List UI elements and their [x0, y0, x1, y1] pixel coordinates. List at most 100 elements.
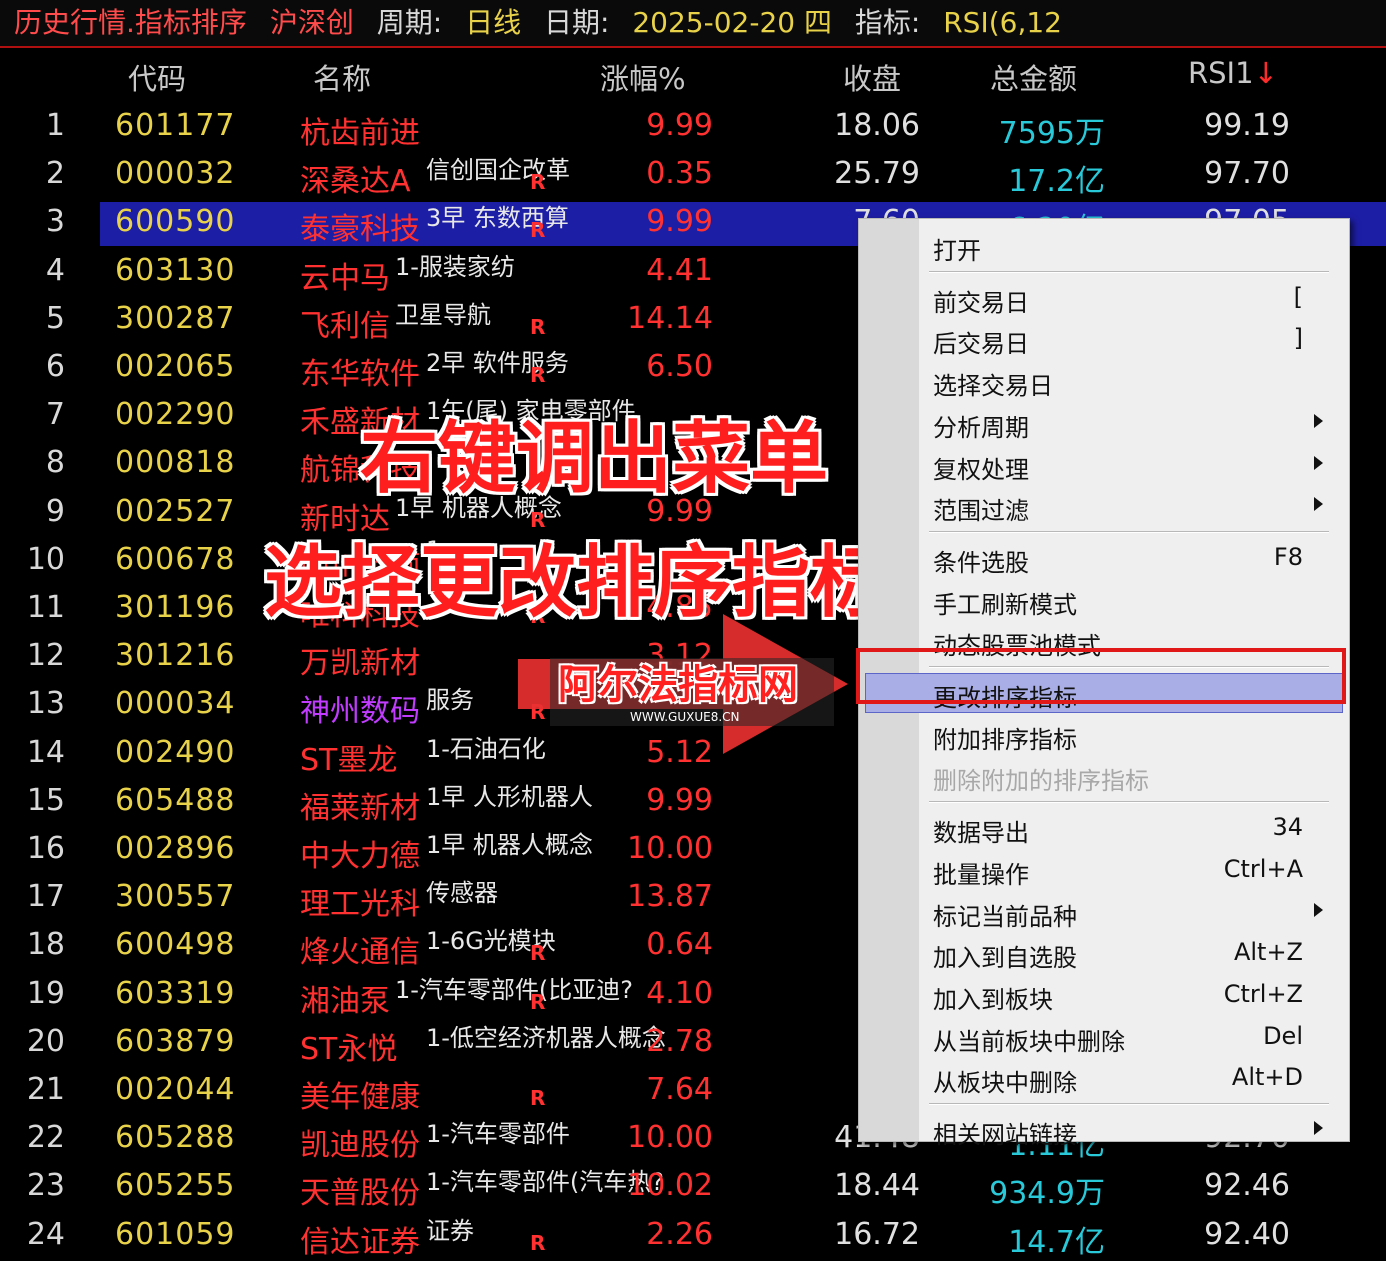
- menu-item-shortcut: [: [1293, 282, 1303, 311]
- menu-item-shortcut: Del: [1263, 1021, 1303, 1050]
- menu-item-shortcut: Ctrl+A: [1223, 854, 1303, 883]
- stock-code: 000032: [115, 156, 236, 192]
- rsi-header-label: RSI1: [1188, 56, 1254, 90]
- change-percent: 2.26: [646, 1216, 713, 1252]
- menu-item[interactable]: 条件选股 F8: [859, 537, 1349, 577]
- market-text: 沪深创: [269, 6, 354, 39]
- table-row[interactable]: 2 000032 深桑达A 信创国企改革 R 0.35 25.79 17.2亿 97.70: [0, 152, 1386, 200]
- column-header-rsi[interactable]: RSI1↓: [1188, 56, 1278, 90]
- stock-tag: 卫星导航: [395, 300, 491, 329]
- menu-item[interactable]: 数据导出 34: [859, 807, 1349, 847]
- stock-name: 飞利信: [300, 301, 390, 345]
- menu-item-label: 从板块中删除: [933, 1069, 1077, 1098]
- stock-name-text: 泰豪科技: [300, 212, 420, 248]
- menu-item-label: 手工刷新模式: [933, 590, 1077, 619]
- stock-code: 605488: [115, 782, 236, 818]
- total-amount: 14.7亿: [1008, 1224, 1105, 1260]
- menu-item-label: 后交易日: [933, 330, 1029, 359]
- stock-name: 凯迪股份: [300, 1120, 420, 1164]
- change-percent: 14.14: [627, 300, 713, 336]
- watermark-url: WWW.GUXUE8.CN: [630, 710, 740, 724]
- row-index: 23: [26, 1168, 65, 1204]
- menu-item-shortcut: 34: [1272, 813, 1303, 842]
- rsi-value: 99.19: [1204, 108, 1290, 143]
- rzrq-badge: R: [530, 941, 546, 966]
- menu-item-shortcut: Ctrl+Z: [1223, 979, 1303, 1008]
- menu-item[interactable]: 批量操作 Ctrl+A: [859, 849, 1349, 889]
- menu-item: 删除附加的排序指标: [859, 755, 1349, 795]
- date-value[interactable]: 2025-02-20 四: [632, 0, 832, 46]
- menu-item-shortcut: ]: [1293, 324, 1303, 353]
- change-percent: 7.64: [646, 1072, 713, 1107]
- stock-name-text: 杭齿前进: [300, 116, 420, 151]
- row-index: 21: [26, 1072, 65, 1107]
- stock-code: 605255: [115, 1168, 236, 1204]
- table-row[interactable]: 23 605255 天普股份 1-汽车零部件(汽车热? 10.02 18.44 934.9万…: [0, 1164, 1386, 1212]
- stock-name-text: 美年健康: [300, 1080, 420, 1115]
- menu-item[interactable]: 手工刷新模式: [859, 579, 1349, 619]
- row-index: 11: [26, 590, 65, 625]
- row-index: 20: [26, 1023, 65, 1059]
- menu-item[interactable]: 加入到板块 Ctrl+Z: [859, 974, 1349, 1014]
- column-header-change[interactable]: 涨幅%: [600, 56, 686, 98]
- stock-code: 002527: [115, 493, 236, 529]
- row-index: 18: [26, 927, 65, 963]
- row-index: 6: [45, 349, 65, 384]
- submenu-arrow-icon: [1314, 455, 1323, 470]
- stock-tag: 3早 东数西算: [426, 204, 569, 233]
- submenu-arrow-icon: [1314, 497, 1323, 512]
- stock-name-text: 信达证券: [300, 1224, 420, 1260]
- row-index: 1: [45, 108, 65, 143]
- indicator-value[interactable]: RSI(6,12: [943, 0, 1062, 46]
- menu-item-label: 分析周期: [933, 413, 1029, 442]
- stock-code: 002044: [115, 1072, 236, 1107]
- row-index: 17: [26, 879, 65, 915]
- menu-item-label: 数据导出: [933, 819, 1029, 848]
- stock-name-text: ST墨龙: [300, 742, 398, 778]
- menu-item-label: 附加排序指标: [933, 725, 1077, 754]
- change-percent: 13.87: [627, 879, 713, 915]
- stock-tag: 1-服装家纺: [395, 252, 515, 281]
- menu-item[interactable]: 选择交易日: [859, 360, 1349, 400]
- table-row[interactable]: 1 601177 杭齿前进 9.99 18.06 7595万 99.19: [0, 104, 1386, 152]
- menu-item[interactable]: 分析周期: [859, 402, 1349, 442]
- menu-item[interactable]: 从当前板块中删除 Del: [859, 1016, 1349, 1056]
- table-row[interactable]: 24 601059 信达证券 证券 R 2.26 16.72 14.7亿 92.40: [0, 1213, 1386, 1261]
- column-header-close[interactable]: 收盘: [843, 56, 901, 98]
- stock-name-text: 万凯新材: [300, 646, 420, 682]
- change-percent: 9.99: [646, 782, 713, 818]
- menu-item-label: 前交易日: [933, 288, 1029, 317]
- menu-item[interactable]: 后交易日]: [859, 318, 1349, 358]
- menu-item[interactable]: 加入到自选股 Alt+Z: [859, 932, 1349, 972]
- menu-item-label: 加入到自选股: [933, 944, 1077, 973]
- change-percent: 9.99: [646, 204, 713, 240]
- period-value[interactable]: 日线: [465, 0, 521, 46]
- menu-item[interactable]: 标记当前品种: [859, 891, 1349, 931]
- watermark-text: 阿尔法指标网: [558, 662, 798, 708]
- menu-item-label: 加入到板块: [933, 985, 1053, 1014]
- change-percent: 4.10: [646, 975, 713, 1011]
- menu-item[interactable]: 附加排序指标: [859, 714, 1349, 754]
- column-header-name[interactable]: 名称: [313, 56, 371, 98]
- row-index: 19: [26, 975, 65, 1011]
- stock-name-text: 福莱新材: [300, 790, 420, 826]
- row-index: 13: [26, 686, 65, 722]
- stock-name: 信达证券: [300, 1217, 420, 1261]
- stock-tag: 服务: [426, 686, 474, 715]
- menu-item[interactable]: 复权处理: [859, 444, 1349, 484]
- menu-item[interactable]: 前交易日 [: [859, 277, 1349, 317]
- stock-name-text: 神州数码: [300, 694, 420, 730]
- stock-name-text: 烽火通信: [300, 935, 420, 971]
- window-titlebar: 历史行情.指标排序 沪深创 周期: 日线 日期: 2025-02-20 四 指标…: [0, 0, 1386, 48]
- stock-name: 东华软件: [300, 349, 420, 393]
- column-header-amount[interactable]: 总金额: [990, 56, 1077, 98]
- stock-name-text: 云中马: [300, 260, 390, 296]
- stock-code: 002896: [115, 831, 236, 866]
- row-index: 22: [26, 1120, 65, 1156]
- menu-item[interactable]: 从板块中删除 Alt+D: [859, 1057, 1349, 1097]
- menu-item-label: 相关网站链接: [933, 1121, 1077, 1149]
- menu-item[interactable]: 相关网站链接: [859, 1109, 1349, 1149]
- menu-item[interactable]: 打开: [859, 225, 1349, 265]
- column-header-code[interactable]: 代码: [128, 56, 186, 98]
- menu-item[interactable]: 范围过滤: [859, 485, 1349, 525]
